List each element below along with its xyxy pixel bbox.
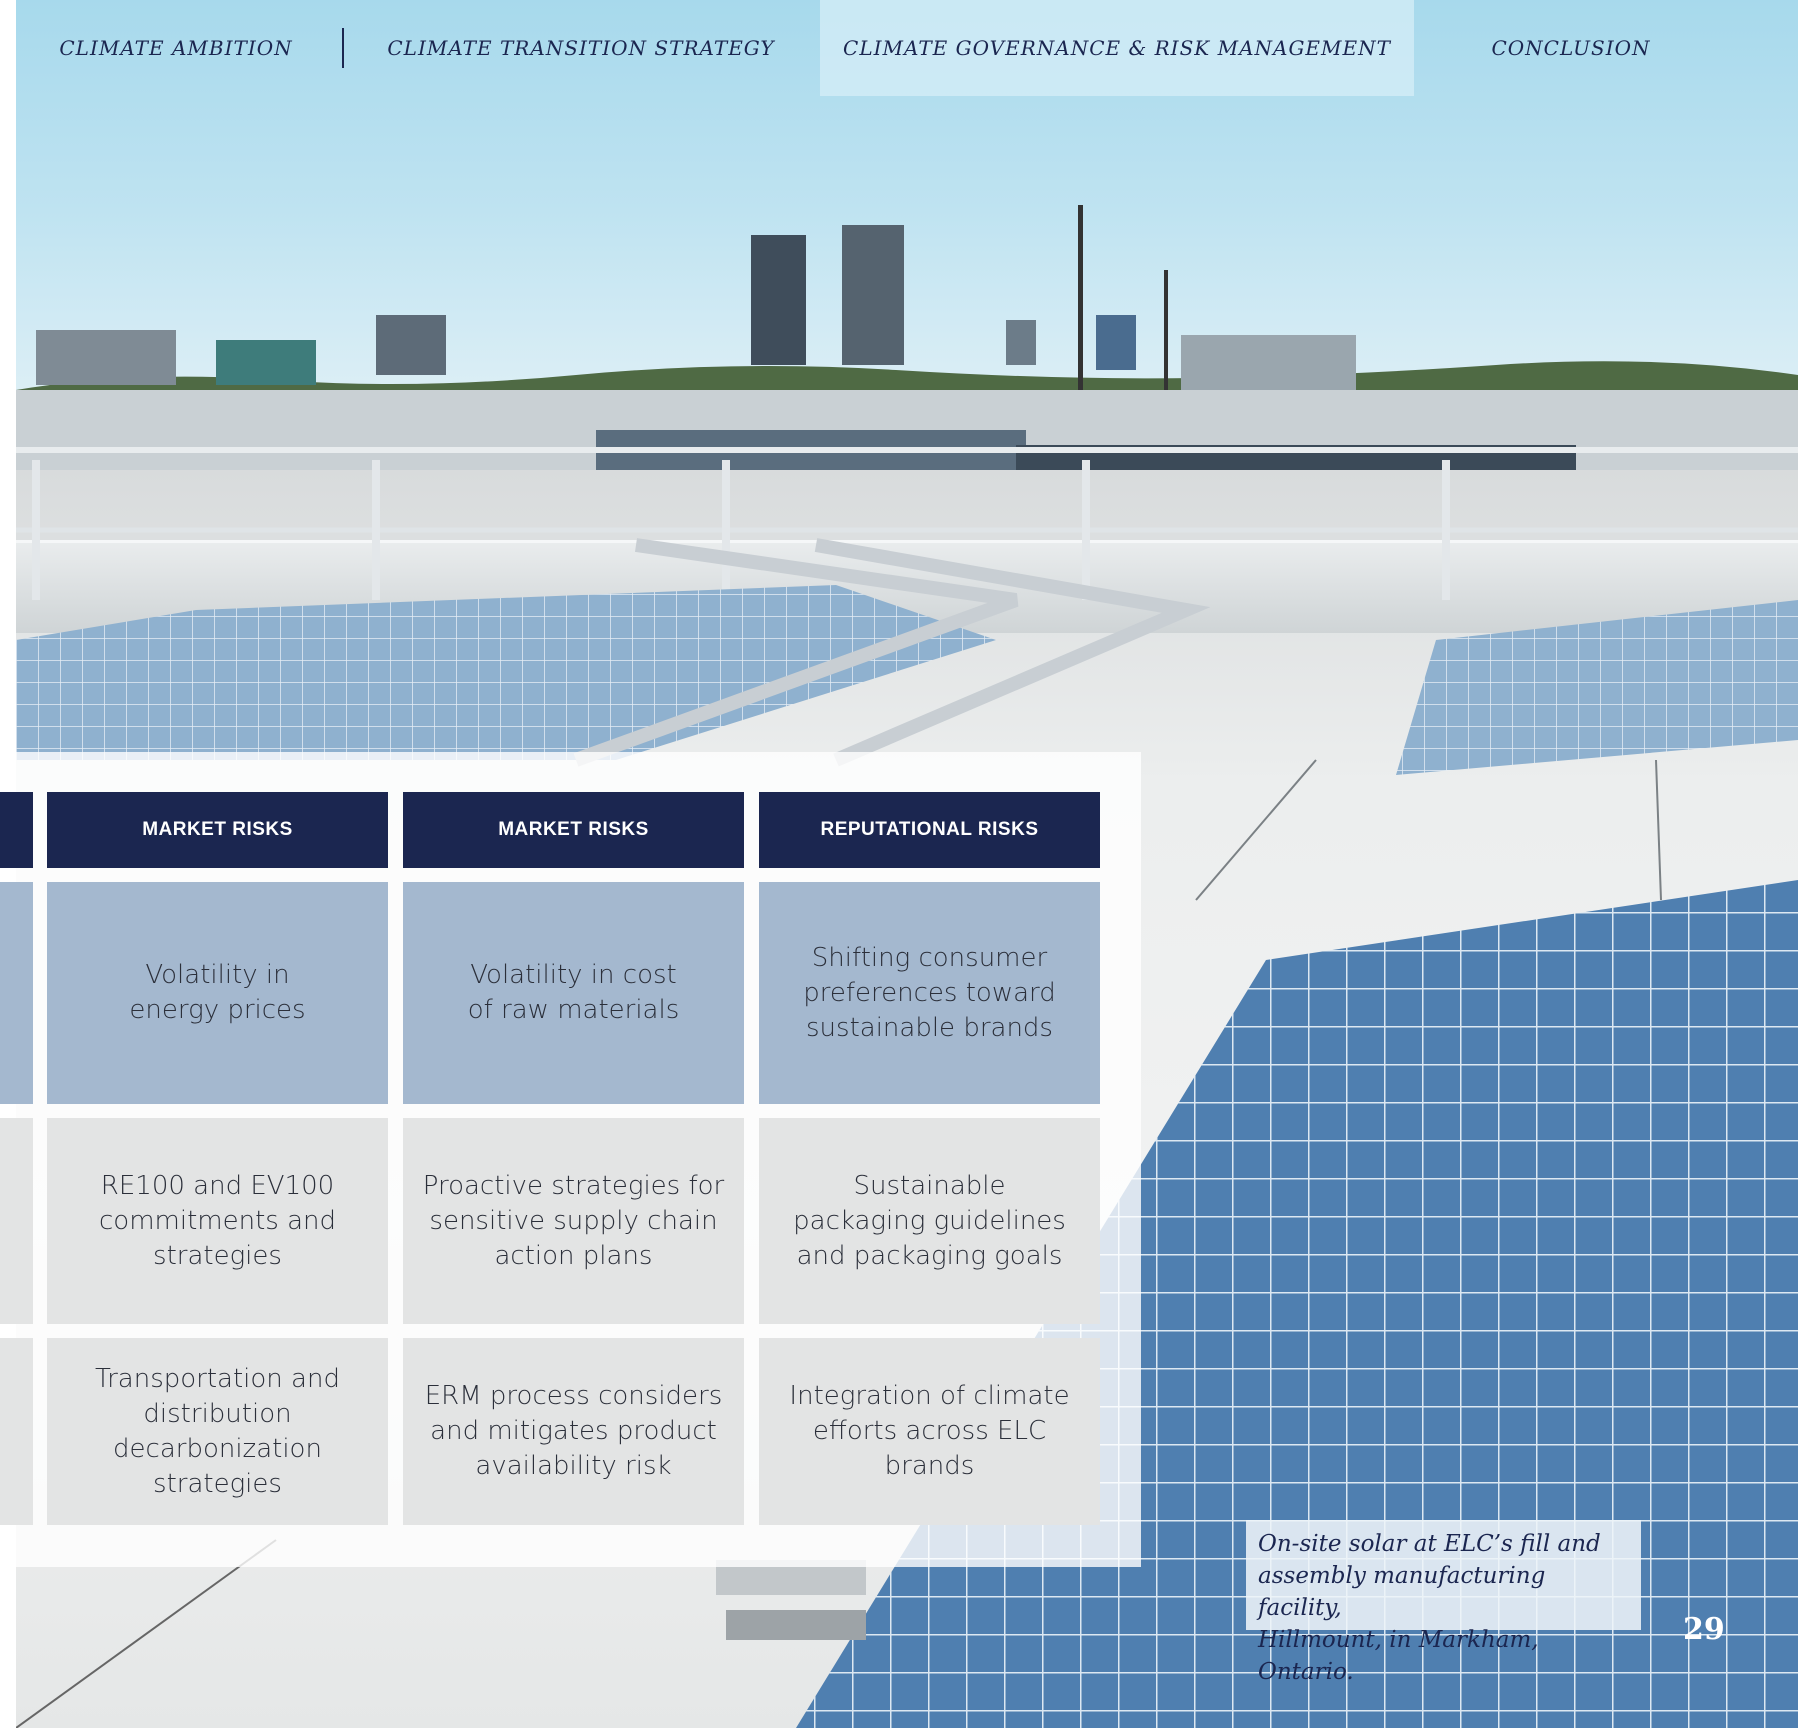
page-number: 29 <box>1683 1612 1725 1647</box>
cell-text: RE100 and EV100 commitments and strategi… <box>99 1170 336 1271</box>
cell-text: Volatility in energy prices <box>129 960 306 1025</box>
table-cell: Proactive strategies for sensitive suppl… <box>403 1118 744 1324</box>
cell-text: Shifting consumer preferences toward sus… <box>803 942 1056 1043</box>
table-cell: RE100 and EV100 commitments and strategi… <box>47 1118 388 1324</box>
table-cell: Volatility in energy prices <box>47 882 388 1104</box>
table-cell: Volatility in cost of raw materials <box>403 882 744 1104</box>
table-header: MARKET RISKS <box>403 792 744 868</box>
table-cell: Integration of climate efforts across EL… <box>759 1338 1100 1525</box>
table-cell: Shifting consumer preferences toward sus… <box>759 882 1100 1104</box>
table-cell-partial <box>0 1118 33 1324</box>
nav-conclusion[interactable]: CONCLUSION <box>1466 0 1676 96</box>
nav-divider <box>342 28 344 68</box>
table-header: REPUTATIONAL RISKS <box>759 792 1100 868</box>
table-cell: ERM process considers and mitigates prod… <box>403 1338 744 1525</box>
table-cell: Sustainable packaging guidelines and pac… <box>759 1118 1100 1324</box>
top-navigation: CLIMATE AMBITION CLIMATE TRANSITION STRA… <box>16 0 1798 96</box>
table-header-partial <box>0 792 33 868</box>
cell-text: Transportation and distribution decarbon… <box>95 1363 340 1499</box>
nav-climate-transition-strategy[interactable]: CLIMATE TRANSITION STRATEGY <box>386 0 776 96</box>
nav-climate-ambition[interactable]: CLIMATE AMBITION <box>56 0 296 96</box>
nav-climate-governance-risk-management[interactable]: CLIMATE GOVERNANCE & RISK MANAGEMENT <box>820 0 1414 96</box>
table-cell: Transportation and distribution decarbon… <box>47 1338 388 1525</box>
cell-text: Volatility in cost of raw materials <box>467 960 680 1025</box>
table-cell-partial <box>0 1338 33 1525</box>
cell-text: ERM process considers and mitigates prod… <box>424 1381 723 1481</box>
cell-text: Sustainable packaging guidelines and pac… <box>793 1170 1066 1271</box>
table-header: MARKET RISKS <box>47 792 388 868</box>
photo-caption: On-site solar at ELC’s fill and assembly… <box>1246 1520 1641 1685</box>
risk-table-panel: MARKET RISKS MARKET RISKS REPUTATIONAL R… <box>0 752 1141 1567</box>
table-cell-partial <box>0 882 33 1104</box>
cell-text: Proactive strategies for sensitive suppl… <box>422 1170 725 1271</box>
cell-text: Integration of climate efforts across EL… <box>789 1381 1070 1481</box>
